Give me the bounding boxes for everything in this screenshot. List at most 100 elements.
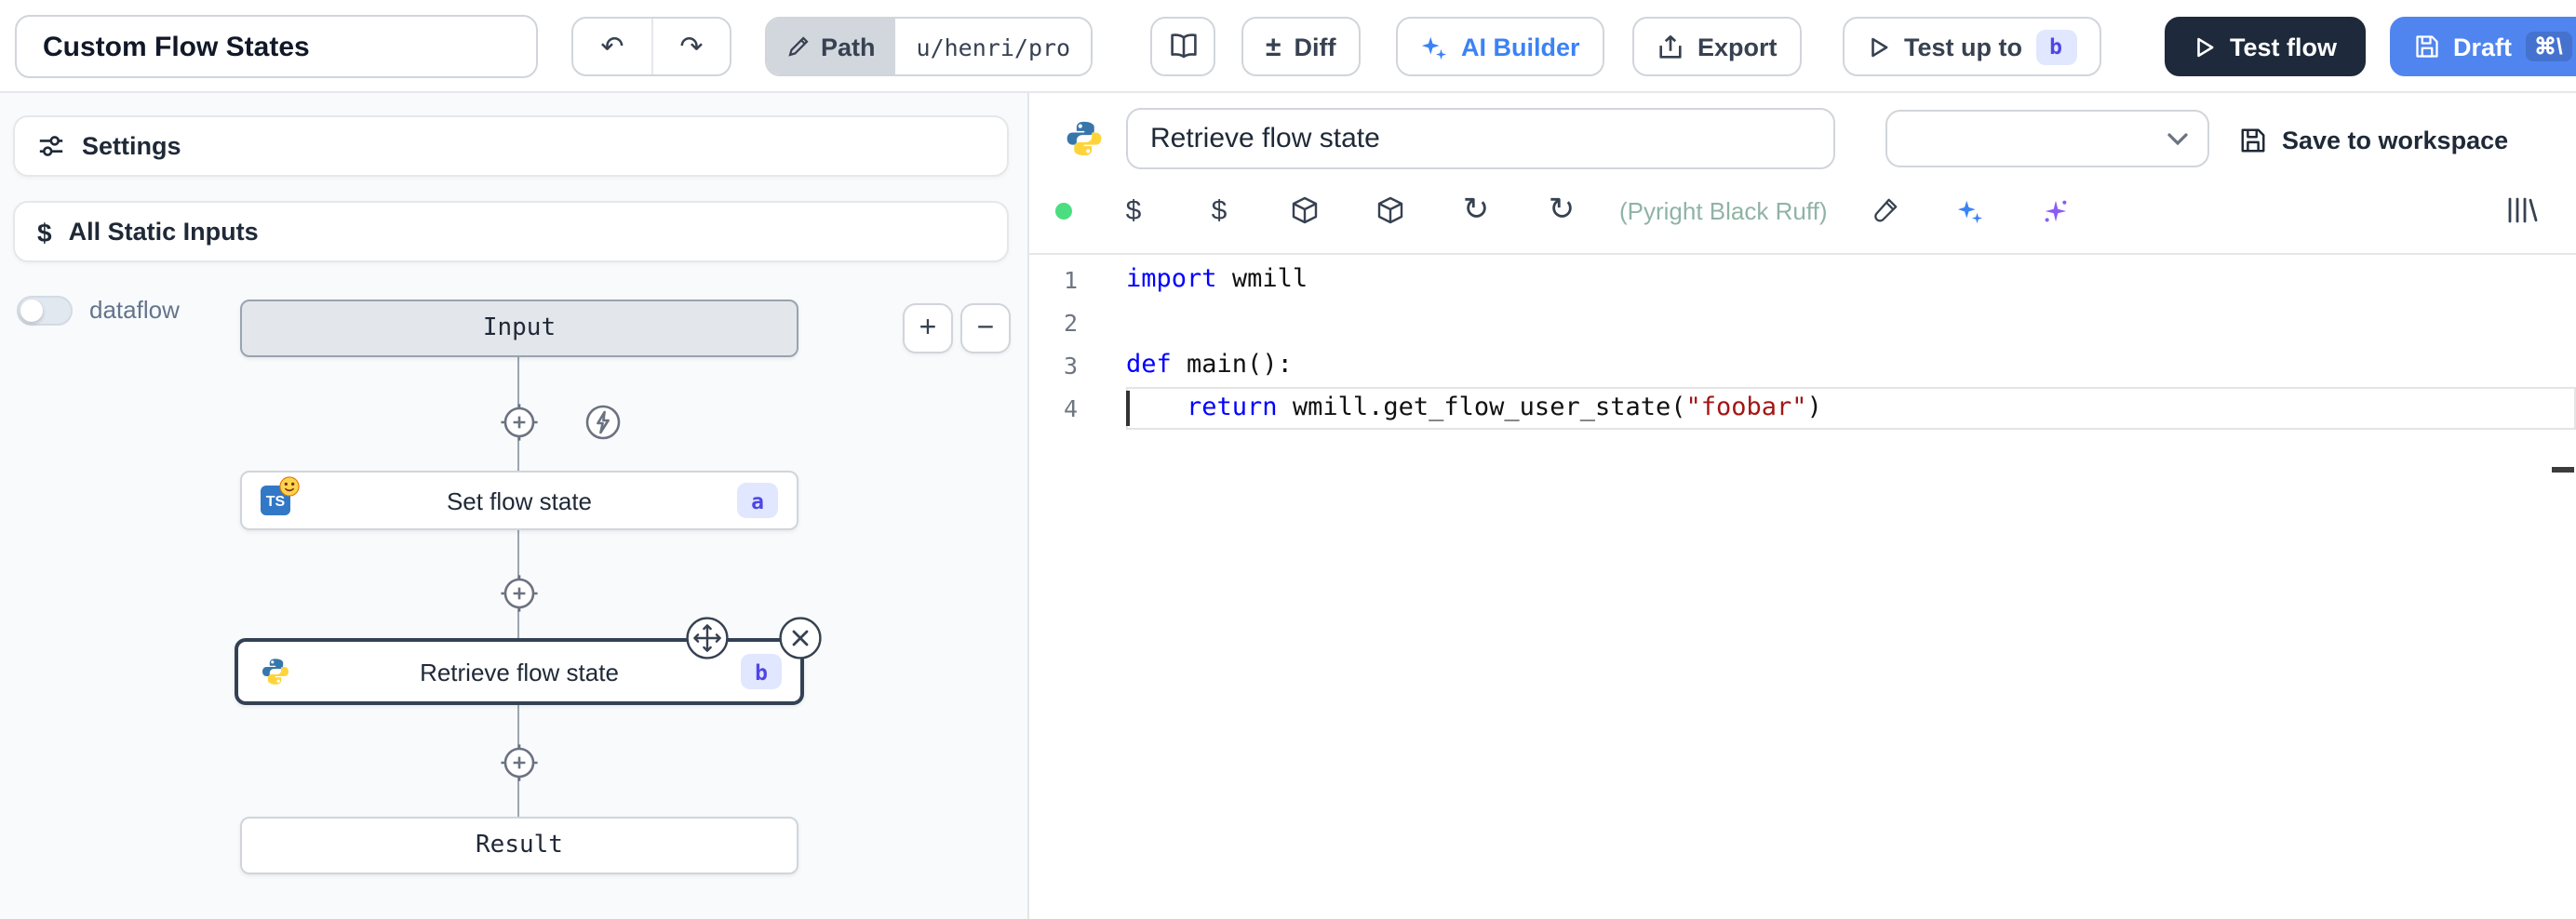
env-vars-icon[interactable]: $	[1117, 194, 1150, 226]
assistant-status: (Pyright Black Ruff)	[1619, 196, 1828, 224]
add-step-icon	[499, 402, 540, 443]
script-editor-panel: Save to workspace $ $ ↻ ↻ (Pyright Black…	[1029, 93, 2576, 919]
play-icon	[2193, 34, 2217, 59]
node-label: Set flow state	[447, 486, 592, 514]
insert-step-button[interactable]	[499, 742, 540, 783]
editor-dropdown[interactable]	[1885, 110, 2209, 167]
add-step-icon	[499, 573, 540, 614]
code-line[interactable]: import wmill	[1126, 259, 2576, 301]
diff-label: Diff	[1294, 33, 1335, 60]
line-number: 3	[1029, 352, 1078, 380]
add-step-icon	[499, 742, 540, 783]
zoom-in-button[interactable]: +	[903, 303, 953, 353]
save-to-workspace-label: Save to workspace	[2282, 126, 2508, 153]
flow-graph-panel: Settings $ All Static Inputs dataflow In…	[0, 93, 1029, 919]
python-icon	[261, 657, 290, 686]
node-label: Result	[476, 832, 563, 859]
delete-node-button[interactable]	[778, 616, 823, 660]
format-brush-icon[interactable]	[1869, 196, 1902, 224]
plus-icon: +	[919, 312, 937, 345]
overview-ruler-cursor	[2552, 467, 2574, 473]
save-icon	[2239, 126, 2267, 153]
code-editor[interactable]: 1 import wmill 2 3 def main(): 4 return wmill…	[1029, 255, 2576, 919]
node-label: Input	[483, 314, 556, 342]
reload-icon[interactable]: ↻	[1545, 192, 1578, 229]
edit-path-button[interactable]: Path	[767, 19, 896, 74]
flow-title-input[interactable]: Custom Flow States	[15, 15, 538, 78]
status-dot	[1055, 202, 1072, 219]
settings-label: Settings	[82, 132, 181, 160]
top-toolbar: Custom Flow States ↶ ↷ Path u/henri/pro …	[0, 0, 2576, 93]
book-icon	[1168, 32, 1198, 61]
draft-label: Draft	[2453, 33, 2512, 60]
insert-trigger-button[interactable]	[583, 402, 624, 443]
ai-builder-label: AI Builder	[1461, 33, 1580, 60]
export-button[interactable]: Export	[1632, 17, 1802, 76]
path-value[interactable]: u/henri/pro	[896, 19, 1092, 74]
lightning-icon	[583, 402, 624, 443]
static-inputs-row[interactable]: $ All Static Inputs	[13, 201, 1009, 262]
code-line[interactable]: return wmill.get_flow_user_state("foobar…	[1126, 387, 2576, 430]
sliders-icon	[37, 132, 65, 160]
export-label: Export	[1697, 33, 1778, 60]
test-flow-label: Test flow	[2230, 33, 2337, 60]
dollar-icon: $	[37, 217, 52, 246]
text-cursor	[1126, 391, 1129, 426]
dataflow-toggle[interactable]	[17, 296, 73, 326]
step-name-input[interactable]	[1126, 108, 1835, 169]
line-number: 2	[1029, 309, 1078, 337]
pencil-icon	[787, 35, 810, 58]
draft-shortcut: ⌘\	[2525, 32, 2572, 61]
test-flow-button[interactable]: Test flow	[2165, 17, 2365, 76]
code-lines: 1 import wmill 2 3 def main(): 4 return wmill…	[1029, 259, 2576, 430]
docs-button[interactable]	[1150, 17, 1215, 76]
code-line[interactable]: def main():	[1126, 344, 2576, 387]
line-number: 1	[1029, 266, 1078, 294]
step-badge: b	[2035, 29, 2076, 64]
test-up-to-label: Test up to	[1904, 33, 2022, 60]
insert-step-button[interactable]	[499, 402, 540, 443]
redo-icon: ↷	[679, 30, 703, 63]
toggle-knob	[20, 300, 43, 322]
diff-icon: ±	[1266, 31, 1281, 62]
save-icon	[2414, 33, 2440, 60]
node-label: Retrieve flow state	[420, 658, 619, 686]
sparkles-icon	[1420, 33, 1448, 60]
close-icon	[778, 616, 823, 660]
ai-assistant-icon[interactable]	[1954, 196, 1988, 224]
insert-step-button[interactable]	[499, 573, 540, 614]
diff-button[interactable]: ± Diff	[1241, 17, 1360, 76]
editor-toolbar: $ $ ↻ ↻ (Pyright Black Ruff)	[1029, 167, 2576, 255]
resources-icon[interactable]: $	[1202, 194, 1236, 226]
path-control: Path u/henri/pro	[765, 17, 1093, 76]
move-icon	[685, 616, 730, 660]
flow-editor-window: Custom Flow States ↶ ↷ Path u/henri/pro …	[0, 0, 2576, 919]
emoji-icon	[279, 476, 300, 497]
step-id-badge: b	[741, 654, 782, 689]
test-up-to-button[interactable]: Test up to b	[1843, 17, 2100, 76]
export-icon	[1657, 33, 1684, 60]
node-result[interactable]: Result	[240, 817, 798, 874]
python-icon	[1065, 119, 1104, 158]
node-input[interactable]: Input	[240, 300, 798, 357]
settings-row[interactable]: Settings	[13, 115, 1009, 177]
redo-button[interactable]: ↷	[651, 19, 730, 74]
undo-button[interactable]: ↶	[573, 19, 651, 74]
package-icon[interactable]	[1288, 195, 1322, 225]
reload-icon[interactable]: ↻	[1459, 192, 1493, 229]
ai-builder-button[interactable]: AI Builder	[1396, 17, 1604, 76]
draft-button[interactable]: Draft ⌘\	[2390, 17, 2576, 76]
node-set-flow-state[interactable]: TS Set flow state a	[240, 471, 798, 530]
magic-sparkle-icon[interactable]	[2040, 196, 2073, 224]
package-icon[interactable]	[1374, 195, 1407, 225]
play-icon	[1867, 34, 1891, 59]
save-to-workspace-button[interactable]: Save to workspace	[2239, 112, 2508, 167]
code-line[interactable]	[1126, 301, 2576, 344]
zoom-out-button[interactable]: −	[960, 303, 1011, 353]
line-number: 4	[1029, 394, 1078, 422]
move-node-button[interactable]	[685, 616, 730, 660]
library-columns-icon[interactable]	[2505, 195, 2539, 225]
path-label: Path	[821, 33, 876, 60]
typescript-icon: TS	[261, 486, 290, 515]
flow-title: Custom Flow States	[43, 31, 310, 62]
